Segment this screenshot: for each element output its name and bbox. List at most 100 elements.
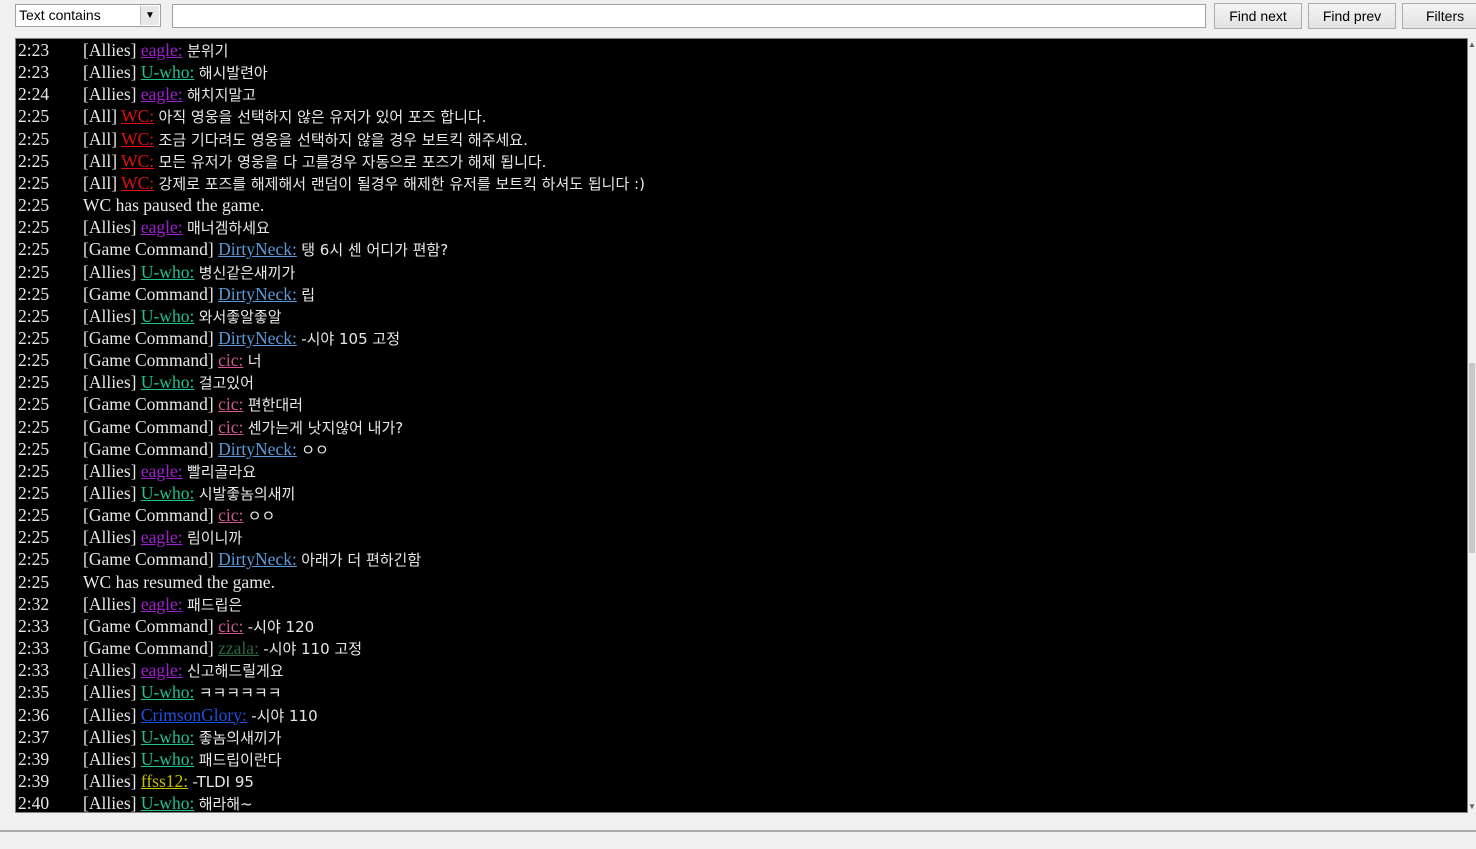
player-name-link[interactable]: WC:: [121, 151, 154, 171]
player-name-link[interactable]: U-who:: [141, 483, 194, 503]
player-name-link[interactable]: zzala:: [218, 638, 259, 658]
timestamp: 2:25: [18, 261, 50, 282]
timestamp: 2:33: [18, 660, 50, 681]
find-next-button[interactable]: Find next: [1214, 3, 1302, 29]
filter-mode-dropdown[interactable]: Text contains ▼: [15, 4, 161, 27]
message: [Game Command] DirtyNeck: 립: [83, 283, 315, 306]
message-text: 좋놈의새끼가: [198, 728, 282, 747]
scrollbar-thumb[interactable]: [1469, 363, 1475, 553]
message-text: 탱 6시 센 어디가 편함?: [301, 241, 449, 260]
player-name-link[interactable]: WC:: [121, 129, 154, 149]
player-name-link[interactable]: eagle:: [141, 660, 183, 680]
search-input[interactable]: [172, 4, 1206, 28]
timestamp: 2:32: [18, 593, 50, 614]
scroll-down-arrow-icon[interactable]: ▼: [1468, 802, 1476, 811]
filters-button[interactable]: Filters: [1402, 3, 1476, 29]
player-name-link[interactable]: U-who:: [141, 262, 194, 282]
player-name-link[interactable]: cic:: [218, 616, 243, 636]
channel-tag: [Allies]: [83, 483, 137, 503]
player-name-link[interactable]: U-who:: [141, 62, 194, 82]
message: [Game Command] cic: 센가는게 낫지않어 내가?: [83, 416, 403, 439]
player-name-link[interactable]: DirtyNeck:: [218, 284, 297, 304]
player-name-link[interactable]: U-who:: [141, 727, 194, 747]
player-name-link[interactable]: U-who:: [141, 372, 194, 392]
channel-tag: [Allies]: [83, 217, 137, 238]
message-text: 립: [301, 285, 316, 304]
message: [Game Command] DirtyNeck: ㅇㅇ: [83, 438, 329, 461]
find-prev-button[interactable]: Find prev: [1308, 3, 1396, 29]
search-toolbar: Text contains ▼ Find next Find prev Filt…: [0, 0, 1476, 36]
player-name-link[interactable]: WC:: [121, 173, 154, 193]
player-name-link[interactable]: eagle:: [141, 40, 183, 60]
message-text: 모든 유저가 영웅을 다 고를경우 자동으로 포즈가 해제 됩니다.: [158, 152, 547, 171]
player-name-link[interactable]: DirtyNeck:: [218, 239, 297, 259]
timestamp: 2:25: [18, 460, 50, 481]
timestamp: 2:25: [18, 505, 50, 526]
message-text: 걸고있어: [198, 374, 254, 393]
message-text: 패드립이란다: [198, 750, 282, 769]
timestamp: 2:25: [18, 172, 50, 193]
timestamp: 2:25: [18, 150, 50, 171]
timestamp: 2:25: [18, 372, 50, 393]
timestamp: 2:40: [18, 793, 50, 813]
channel-tag: [Allies]: [83, 704, 137, 725]
player-name-link[interactable]: cic:: [218, 350, 243, 370]
timestamp: 2:25: [18, 549, 50, 570]
player-name-link[interactable]: cic:: [218, 505, 243, 525]
channel-tag: [Allies]: [83, 460, 137, 481]
channel-tag: [Allies]: [83, 40, 137, 60]
message: [Game Command] cic: 너: [83, 349, 262, 372]
message: [Allies] U-who: 해시발련아: [83, 61, 268, 84]
message-text: 아래가 더 편하긴함: [301, 551, 422, 570]
vertical-scrollbar[interactable]: ▲ ▼: [1468, 38, 1476, 813]
player-name-link[interactable]: cic:: [218, 394, 243, 414]
message: [Allies] U-who: ㅋㅋㅋㅋㅋㅋ: [83, 681, 282, 704]
timestamp: 2:36: [18, 704, 50, 725]
message-text: 시발좋놈의새끼: [198, 485, 296, 503]
message: [Allies] eagle: 패드립은: [83, 593, 242, 616]
player-name-link[interactable]: eagle:: [141, 84, 183, 104]
timestamp: 2:25: [18, 394, 50, 415]
status-bar: [0, 830, 1476, 849]
channel-tag: [Allies]: [83, 372, 137, 393]
player-name-link[interactable]: cic:: [218, 417, 243, 437]
player-name-link[interactable]: eagle:: [141, 217, 183, 237]
timestamp: 2:33: [18, 615, 50, 636]
message-text: -시야 110 고정: [263, 640, 363, 659]
channel-tag: [Allies]: [83, 682, 137, 703]
timestamp: 2:25: [18, 350, 50, 371]
chat-log[interactable]: 2:23 [Allies] eagle: 분위기 2:23 [Allies] U-wh…: [15, 38, 1468, 813]
channel-tag: [Game Command]: [83, 327, 214, 348]
message: [Game Command] cic: -시야 120: [83, 615, 314, 638]
player-name-link[interactable]: DirtyNeck:: [218, 439, 297, 459]
timestamp: 2:25: [18, 106, 50, 127]
message: [All] WC: 강제로 포즈를 해제해서 랜덤이 될경우 해제한 유저를 보…: [83, 172, 645, 195]
message: [Allies] U-who: 좋놈의새끼가: [83, 726, 282, 749]
filter-mode-value: Text contains: [19, 7, 101, 23]
player-name-link[interactable]: U-who:: [141, 793, 194, 812]
player-name-link[interactable]: eagle:: [141, 461, 183, 481]
player-name-link[interactable]: eagle:: [141, 594, 183, 614]
channel-tag: [Allies]: [83, 593, 137, 614]
player-name-link[interactable]: WC:: [121, 106, 154, 126]
channel-tag: [Game Command]: [83, 394, 214, 415]
message: [Game Command] cic: ㅇㅇ: [83, 504, 275, 527]
channel-tag: [Allies]: [83, 660, 137, 681]
player-name-link[interactable]: U-who:: [141, 682, 194, 702]
scroll-up-arrow-icon[interactable]: ▲: [1468, 40, 1476, 49]
player-name-link[interactable]: ffss12:: [141, 771, 188, 791]
message: [Allies] ffss12: -TLDI 95: [83, 770, 254, 793]
message: [Game Command] DirtyNeck: 탱 6시 센 어디가 편함?: [83, 238, 448, 261]
message: [All] WC: 모든 유저가 영웅을 다 고를경우 자동으로 포즈가 해제 …: [83, 150, 546, 173]
timestamp: 2:25: [18, 438, 50, 459]
player-name-link[interactable]: U-who:: [141, 749, 194, 769]
player-name-link[interactable]: U-who:: [141, 306, 194, 326]
player-name-link[interactable]: DirtyNeck:: [218, 549, 297, 569]
timestamp: 2:39: [18, 748, 50, 769]
player-name-link[interactable]: DirtyNeck:: [218, 328, 297, 348]
message: WC has resumed the game.: [83, 571, 275, 593]
player-name-link[interactable]: eagle:: [141, 527, 183, 547]
message-text: 림이니까: [187, 529, 243, 548]
chevron-down-icon[interactable]: ▼: [140, 6, 159, 25]
player-name-link[interactable]: CrimsonGlory:: [141, 705, 247, 725]
